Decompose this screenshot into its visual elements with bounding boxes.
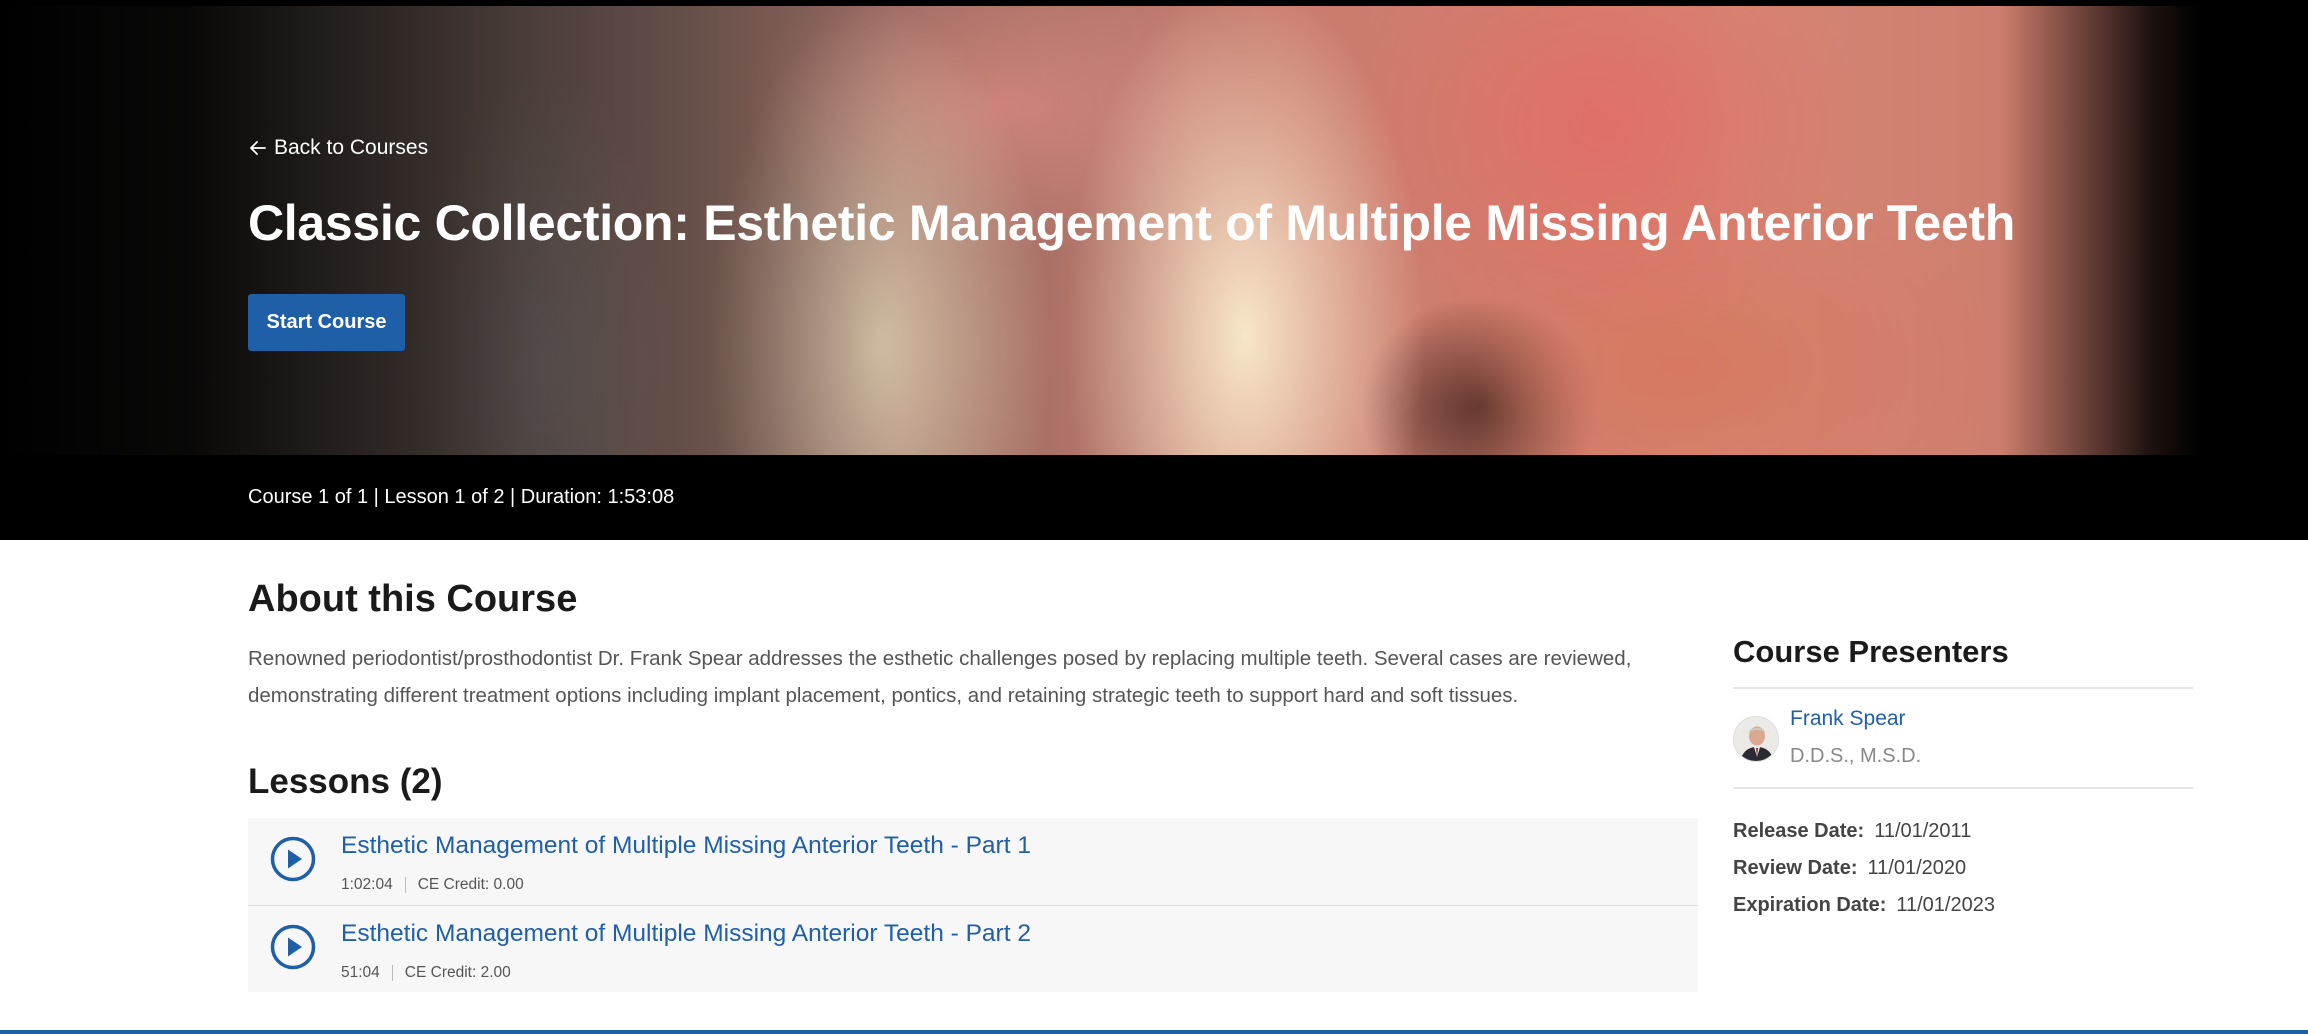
page-title: Classic Collection: Esthetic Management …	[248, 195, 2015, 251]
avatar	[1733, 716, 1779, 762]
back-to-courses-link[interactable]: Back to Courses	[248, 136, 428, 160]
about-description: Renowned periodontist/prosthodontist Dr.…	[248, 647, 1632, 707]
lesson-ce-credit: CE Credit: 2.00	[404, 964, 511, 981]
play-circle-icon[interactable]	[270, 924, 316, 970]
expiration-date-label: Expiration Date:	[1733, 894, 1887, 916]
release-date-row: Release Date: 11/01/2011	[1733, 820, 1971, 843]
course-hero: Back to Courses Classic Collection: Esth…	[0, 0, 2308, 540]
lesson-title-link[interactable]: Esthetic Management of Multiple Missing …	[341, 920, 1031, 948]
about-heading: About this Course	[248, 578, 578, 620]
lesson-duration: 1:02:04	[341, 876, 393, 893]
lesson-ce-credit: CE Credit: 0.00	[417, 876, 524, 893]
lessons-heading: Lessons (2)	[248, 762, 443, 801]
review-date-value: 11/01/2020	[1867, 857, 1967, 879]
review-date-label: Review Date:	[1733, 857, 1858, 879]
lesson-list: Esthetic Management of Multiple Missing …	[248, 818, 1698, 992]
review-date-row: Review Date: 11/01/2020	[1733, 857, 1966, 880]
divider	[404, 877, 406, 893]
release-date-label: Release Date:	[1733, 820, 1865, 842]
course-meta-info: Course 1 of 1 | Lesson 1 of 2 | Duration…	[248, 486, 675, 508]
play-circle-icon[interactable]	[270, 836, 316, 882]
presenters-heading: Course Presenters	[1733, 634, 2009, 669]
lesson-item-1[interactable]: Esthetic Management of Multiple Missing …	[248, 818, 1698, 906]
lesson-title-link[interactable]: Esthetic Management of Multiple Missing …	[341, 832, 1031, 860]
divider	[1733, 787, 2193, 789]
lesson-item-2[interactable]: Esthetic Management of Multiple Missing …	[248, 906, 1698, 992]
expiration-date-row: Expiration Date: 11/01/2023	[1733, 894, 1995, 917]
footer-divider	[0, 1030, 2308, 1034]
back-link-label: Back to Courses	[274, 136, 429, 159]
release-date-value: 11/01/2011	[1874, 820, 1972, 842]
start-course-button[interactable]: Start Course	[248, 294, 405, 351]
expiration-date-value: 11/01/2023	[1896, 894, 1995, 916]
divider	[1733, 687, 2193, 689]
presenter-name-link[interactable]: Frank Spear	[1790, 707, 1906, 731]
lesson-meta: 1:02:04 CE Credit: 0.00	[341, 876, 524, 894]
arrow-left-icon	[250, 141, 266, 155]
presenter-credentials: D.D.S., M.S.D.	[1790, 745, 1922, 767]
divider	[391, 965, 393, 981]
lesson-duration: 51:04	[341, 964, 380, 981]
lesson-meta: 51:04 CE Credit: 2.00	[341, 964, 511, 982]
